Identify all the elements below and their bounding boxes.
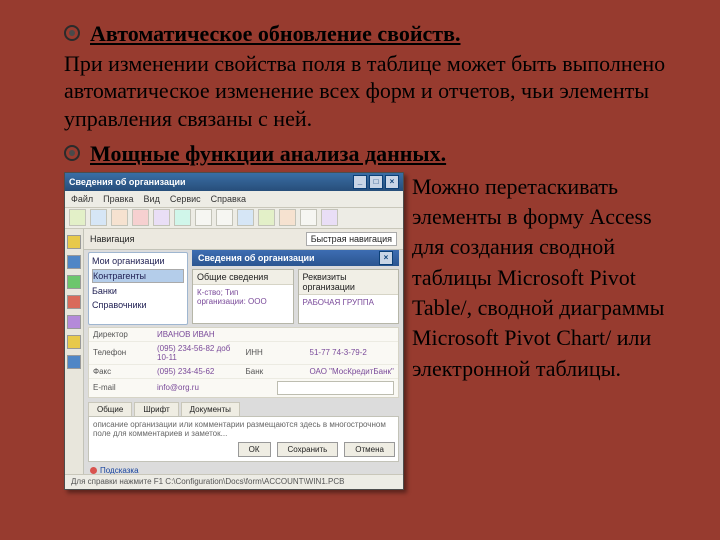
menu-help[interactable]: Справка: [211, 194, 246, 204]
save-button[interactable]: Сохранить: [277, 442, 339, 457]
sidebar-icon[interactable]: [67, 275, 81, 289]
app-screenshot: Сведения об организации _ □ × Файл Правк…: [64, 172, 404, 490]
heading-2: Мощные функции анализа данных.: [90, 140, 446, 168]
paragraph-right: Можно перетаскивать элементы в форму Acc…: [404, 172, 680, 490]
toolbar-button[interactable]: [153, 209, 170, 226]
field-label: E-mail: [93, 383, 153, 392]
sidebar-icon[interactable]: [67, 355, 81, 369]
window-titlebar: Сведения об организации _ □ ×: [65, 173, 403, 191]
toolbar-button[interactable]: [111, 209, 128, 226]
card-body: РАБОЧАЯ ГРУППА: [299, 295, 399, 323]
dialog-title: Сведения об организации: [198, 253, 315, 263]
field-value: (095) 234-45-62: [157, 367, 242, 376]
field-label: Директор: [93, 330, 153, 339]
menu-view[interactable]: Вид: [144, 194, 160, 204]
tab-font[interactable]: Шрифт: [134, 402, 178, 416]
nav-item[interactable]: Справочники: [92, 299, 184, 311]
sidebar-icon[interactable]: [67, 235, 81, 249]
sidebar-icon[interactable]: [67, 315, 81, 329]
heading-1: Автоматическое обновление свойств.: [90, 20, 461, 48]
bullet-icon: [64, 145, 80, 161]
close-button[interactable]: ×: [385, 175, 399, 189]
toolbar-button[interactable]: [195, 209, 212, 226]
field-label: Факс: [93, 367, 153, 376]
nav-tree: Мои организации Контрагенты Банки Справо…: [88, 252, 188, 325]
input-field[interactable]: [277, 381, 395, 395]
nav-item[interactable]: Мои организации: [92, 255, 184, 267]
minimize-button[interactable]: _: [353, 175, 367, 189]
toolbar-button[interactable]: [321, 209, 338, 226]
card-body: К-ство; Тип организации: ООО: [193, 285, 293, 313]
menu-edit[interactable]: Правка: [103, 194, 133, 204]
field-label: Телефон: [93, 348, 153, 357]
dialog-titlebar: Сведения об организации ×: [192, 250, 399, 266]
field-value: 51-77 74-3-79-2: [310, 348, 395, 357]
card-req: Реквизиты организации РАБОЧАЯ ГРУППА: [298, 269, 400, 324]
sidebar-icon[interactable]: [67, 335, 81, 349]
maximize-button[interactable]: □: [369, 175, 383, 189]
toolbar-button[interactable]: [132, 209, 149, 226]
card-header: Реквизиты организации: [299, 270, 399, 295]
sidebar-icon[interactable]: [67, 255, 81, 269]
toolbar-button[interactable]: [237, 209, 254, 226]
card-header: Общие сведения: [193, 270, 293, 285]
field-label: ИНН: [246, 348, 306, 357]
field-value: ОАО "МосКредитБанк": [310, 367, 395, 376]
panel-dropdown[interactable]: Быстрая навигация: [306, 232, 397, 246]
cancel-button[interactable]: Отмена: [344, 442, 395, 457]
panel-label: Навигация: [90, 234, 134, 244]
menu-bar: Файл Правка Вид Сервис Справка: [65, 191, 403, 207]
toolbar: [65, 207, 403, 229]
paragraph-1: При изменении свойства поля в таблице мо…: [64, 50, 680, 133]
field-value: ИВАНОВ ИВАН: [157, 330, 394, 339]
nav-item[interactable]: Контрагенты: [92, 269, 184, 283]
tab-documents[interactable]: Документы: [181, 402, 240, 416]
close-icon[interactable]: ×: [379, 251, 393, 265]
toolbar-button[interactable]: [69, 209, 86, 226]
field-label: Банк: [246, 367, 306, 376]
toolbar-button[interactable]: [300, 209, 317, 226]
bullet-icon: [64, 25, 80, 41]
toolbar-button[interactable]: [216, 209, 233, 226]
card-general: Общие сведения К-ство; Тип организации: …: [192, 269, 294, 324]
window-title: Сведения об организации: [69, 177, 186, 187]
tab-general[interactable]: Общие: [88, 402, 132, 416]
menu-file[interactable]: Файл: [71, 194, 93, 204]
toolbar-button[interactable]: [279, 209, 296, 226]
left-icon-bar: [65, 229, 84, 477]
ok-button[interactable]: ОК: [238, 442, 271, 457]
status-bar: Для справки нажмите F1 C:\Configuration\…: [65, 474, 403, 489]
field-value: info@org.ru: [157, 383, 273, 392]
toolbar-button[interactable]: [174, 209, 191, 226]
tab-strip: Общие Шрифт Документы: [84, 398, 403, 416]
menu-service[interactable]: Сервис: [170, 194, 201, 204]
toolbar-button[interactable]: [258, 209, 275, 226]
sidebar-icon[interactable]: [67, 295, 81, 309]
toolbar-button[interactable]: [90, 209, 107, 226]
field-value: (095) 234-56-82 доб 10-11: [157, 344, 242, 362]
details-form: Директор ИВАНОВ ИВАН Телефон (095) 234-5…: [88, 327, 399, 398]
nav-item[interactable]: Банки: [92, 285, 184, 297]
